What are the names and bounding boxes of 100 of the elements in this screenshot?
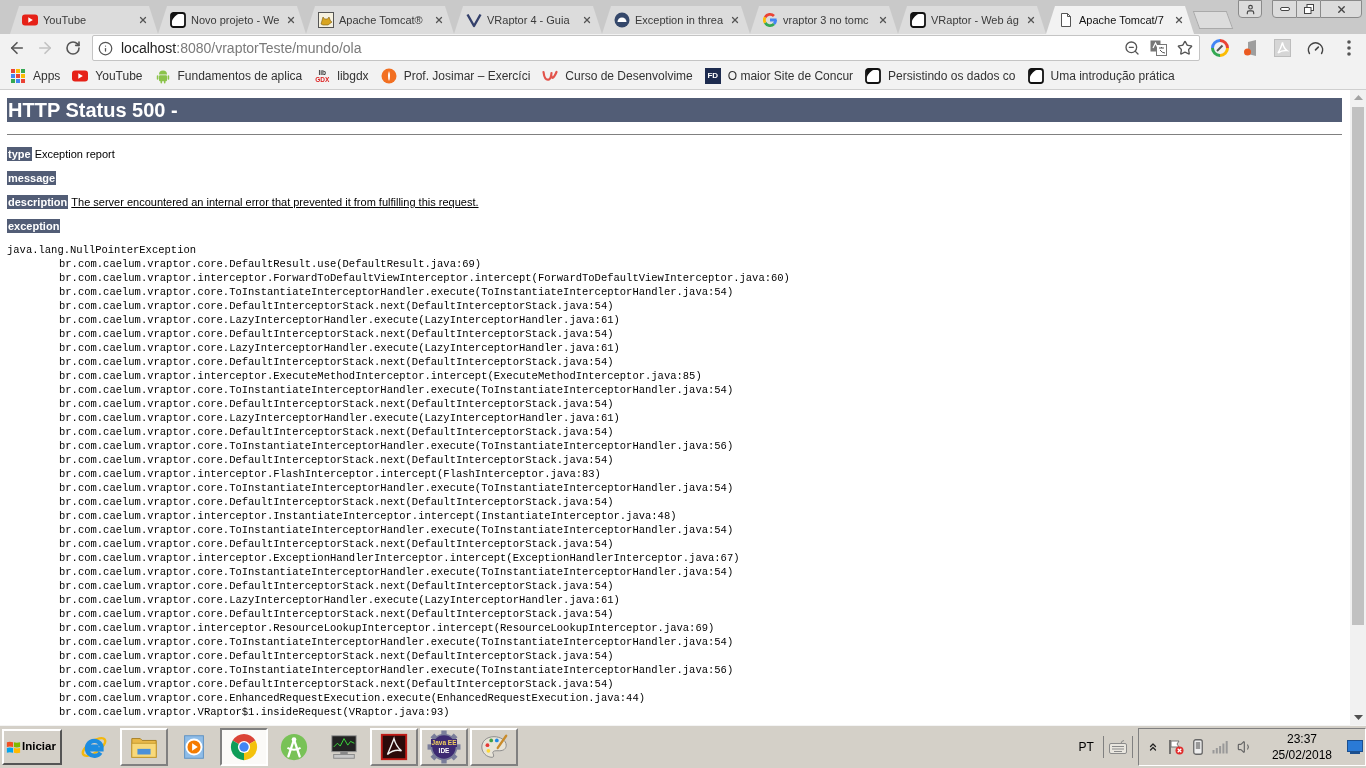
stack-trace-line: br.com.caelum.vraptor.interceptor.ExecuteMethodInterceptor.intercept(ExecuteMethodInterceptor.java:85) <box>59 369 702 383</box>
close-tab-icon[interactable] <box>434 15 444 25</box>
bookmark-link[interactable]: FD O maior Site de Concur <box>698 63 860 88</box>
close-tab-icon[interactable] <box>138 15 148 25</box>
square-logo-icon <box>910 12 926 28</box>
device-icon[interactable] <box>1192 739 1203 755</box>
tab-title: Novo projeto - We <box>191 13 281 27</box>
reload-icon[interactable] <box>65 40 81 56</box>
info-icon[interactable] <box>98 40 113 56</box>
chevron-logo-icon <box>466 12 482 28</box>
browser-tab[interactable]: Apache Tomcat® <box>306 6 454 34</box>
compass-icon <box>279 732 309 762</box>
cat-logo-icon <box>318 12 334 28</box>
ring-pencil-icon[interactable] <box>1210 39 1229 57</box>
bookmark-link[interactable]: Persistindo os dados co <box>859 63 1022 88</box>
bookmark-label: Prof. Josimar – Exercíci <box>403 67 531 85</box>
close-tab-icon[interactable] <box>286 15 296 25</box>
bookmark-link[interactable]: Apps <box>4 63 67 88</box>
status-heading: HTTP Status 500 - <box>7 98 1342 122</box>
bookmark-link[interactable]: Uma introdução prática <box>1021 63 1181 88</box>
translate-icon[interactable] <box>1150 40 1167 56</box>
star-icon[interactable] <box>1177 40 1193 56</box>
close-tab-icon[interactable] <box>730 15 740 25</box>
stack-trace-line: br.com.caelum.vraptor.core.DefaultInterceptorStack.next(DefaultInterceptorStack.java:54) <box>59 677 614 691</box>
browser-tab[interactable]: YouTube <box>10 6 158 34</box>
close-tab-icon[interactable] <box>878 15 888 25</box>
stack-trace-line: br.com.caelum.vraptor.core.LazyInterceptorHandler.execute(LazyInterceptorHandler.java:61) <box>59 341 620 355</box>
browser-tab[interactable]: Novo projeto - We <box>158 6 306 34</box>
stack-trace-line: br.com.caelum.vraptor.core.DefaultInterceptorStack.next(DefaultInterceptorStack.java:54) <box>59 453 614 467</box>
gauge-icon[interactable] <box>1307 39 1324 57</box>
square-logo-icon <box>170 12 186 28</box>
exception-name: java.lang.NullPointerException <box>7 243 197 257</box>
start-button[interactable]: Iniciar <box>2 729 62 765</box>
language-button[interactable]: PT <box>1074 738 1098 756</box>
bookmark-label: Uma introdução prática <box>1050 67 1175 85</box>
restore-icon <box>1303 4 1314 14</box>
flag-logo-icon <box>6 739 21 755</box>
browser-tab[interactable]: Apache Tomcat/7 <box>1046 6 1194 34</box>
field-value: The server encountered an internal error that prevented it from fulfilling this request. <box>71 195 479 209</box>
close-tab-icon[interactable] <box>1174 15 1184 25</box>
stack-trace-line: br.com.caelum.vraptor.interceptor.ForwardToDefaultViewInterceptor.intercept(ForwardToDefaultViewInterceptor.java:60) <box>59 271 790 285</box>
door-logo-icon[interactable] <box>1242 39 1259 57</box>
field-value: Exception report <box>34 147 115 161</box>
flag-error-icon[interactable] <box>1167 739 1184 755</box>
tab-title: Apache Tomcat® <box>339 13 424 27</box>
bookmark-label: libgdx <box>337 67 369 85</box>
scroll-down-arrow-icon[interactable] <box>1353 715 1363 720</box>
stack-trace-line: br.com.caelum.vraptor.core.ToInstantiateInterceptorHandler.execute(ToInstantiateInterceptorHandler.java:56) <box>59 663 734 677</box>
browser-tab[interactable]: Exception in threa <box>602 6 750 34</box>
close-window-button[interactable] <box>1320 0 1362 18</box>
user-icon <box>1244 3 1256 15</box>
stack-trace-line: br.com.caelum.vraptor.core.DefaultInterceptorStack.next(DefaultInterceptorStack.java:54) <box>59 649 614 663</box>
clock-date: 25/02/2018 <box>1271 747 1332 763</box>
profile-button[interactable] <box>1238 0 1262 18</box>
square-logo-icon <box>1027 67 1044 84</box>
restore-button[interactable] <box>1297 0 1320 18</box>
bookmark-link[interactable]: YouTube <box>66 63 149 88</box>
keyboard-icon[interactable] <box>1108 740 1127 754</box>
browser-tab[interactable]: VRaptor 4 - Guia <box>454 6 602 34</box>
close-tab-icon[interactable] <box>1026 15 1036 25</box>
grid-icon <box>10 67 26 84</box>
stack-trace-line: br.com.caelum.vraptor.core.ToInstantiateInterceptorHandler.execute(ToInstantiateInterceptorHandler.java:56) <box>59 439 734 453</box>
stack-trace-line: br.com.caelum.vraptor.core.EnhancedRequestExecution.execute(EnhancedRequestExecution.java:44) <box>59 691 645 705</box>
bookmark-link[interactable]: Curso de Desenvolvime <box>536 63 699 88</box>
tab-title: vraptor 3 no tomc <box>783 13 870 27</box>
bookmark-label: Persistindo os dados co <box>888 67 1016 85</box>
more-menu-icon[interactable] <box>1346 40 1351 56</box>
stack-trace-line: br.com.caelum.vraptor.core.LazyInterceptorHandler.execute(LazyInterceptorHandler.java:61) <box>59 593 620 607</box>
bookmark-link[interactable]: Prof. Josimar – Exercíci <box>374 63 537 88</box>
bookmark-link[interactable]: Fundamentos de aplica <box>148 63 309 88</box>
zoom-out-icon[interactable] <box>1124 40 1140 56</box>
stack-trace-line: br.com.caelum.vraptor.core.DefaultInterceptorStack.next(DefaultInterceptorStack.java:54) <box>59 397 614 411</box>
document-icon <box>1058 12 1074 28</box>
field-label: exception <box>7 219 61 233</box>
scrollbar-thumb[interactable] <box>1352 107 1364 625</box>
show-desktop-icon[interactable] <box>1347 740 1363 754</box>
tab-title: VRaptor - Web ág <box>931 13 1020 27</box>
address-field[interactable]: localhost:8080/vraptorTeste/mundo/ola <box>92 35 1200 61</box>
stack-trace-line: br.com.caelum.vraptor.core.LazyInterceptorHandler.execute(LazyInterceptorHandler.java:61) <box>59 411 620 425</box>
field-label: message <box>7 171 57 185</box>
close-tab-icon[interactable] <box>582 15 592 25</box>
field-label: type <box>7 147 32 161</box>
tab-title: VRaptor 4 - Guia <box>487 13 571 27</box>
field-label: description <box>7 195 69 209</box>
stack-trace-line: br.com.caelum.vraptor.core.DefaultInterceptorStack.next(DefaultInterceptorStack.java:54) <box>59 537 614 551</box>
stack-trace-line: br.com.caelum.vraptor.core.ToInstantiateInterceptorHandler.execute(ToInstantiateInterceptorHandler.java:54) <box>59 481 734 495</box>
stack-trace-line: br.com.caelum.vraptor.core.DefaultInterceptorStack.next(DefaultInterceptorStack.java:54) <box>59 327 614 341</box>
minimize-button[interactable] <box>1272 0 1297 18</box>
tab-title: Apache Tomcat/7 <box>1079 13 1165 27</box>
stack-trace-line: br.com.caelum.vraptor.core.ToInstantiateInterceptorHandler.execute(ToInstantiateInterceptorHandler.java:54) <box>59 523 734 537</box>
clock-time: 23:37 <box>1286 731 1317 747</box>
logo-tile: FD <box>704 67 721 84</box>
stack-trace-line: br.com.caelum.vraptor.core.ToInstantiateInterceptorHandler.execute(ToInstantiateInterceptorHandler.java:54) <box>59 383 734 397</box>
back-icon[interactable] <box>8 39 26 57</box>
browser-tab[interactable]: VRaptor - Web ág <box>898 6 1046 34</box>
browser-tab[interactable]: vraptor 3 no tomc <box>750 6 898 34</box>
ring-logo-icon <box>762 12 778 28</box>
bookmark-label: YouTube <box>95 67 143 85</box>
stack-trace-line: br.com.caelum.vraptor.VRaptor$1.insideRequest(VRaptor.java:93) <box>59 705 450 719</box>
stack-trace-line: br.com.caelum.vraptor.core.DefaultInterceptorStack.next(DefaultInterceptorStack.java:54) <box>59 607 614 621</box>
